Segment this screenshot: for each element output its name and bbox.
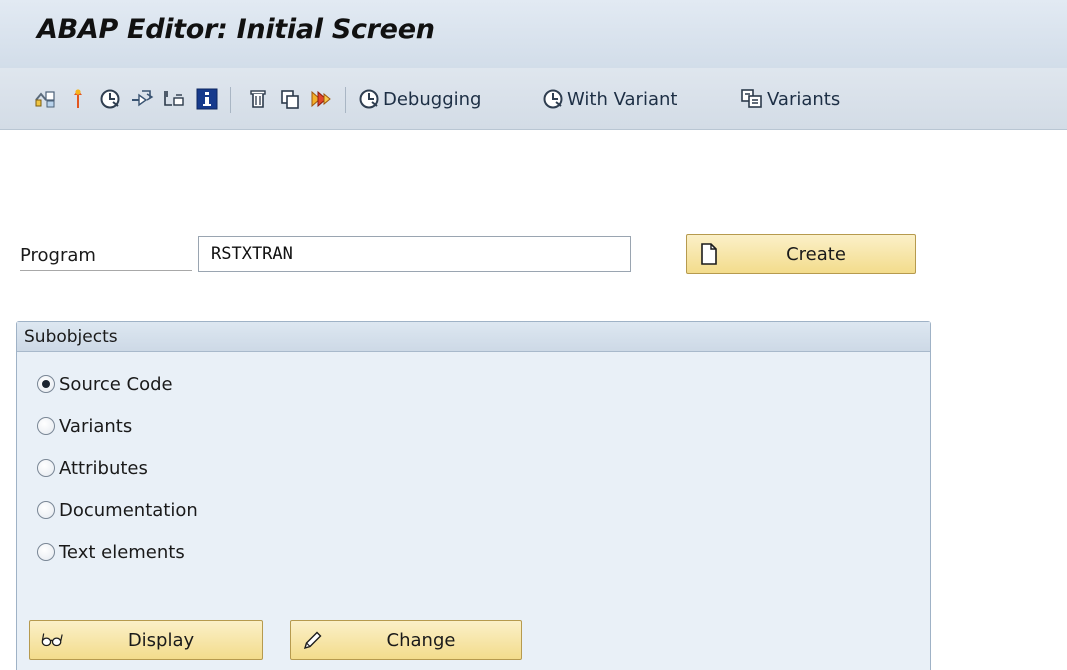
- radio-button-checked[interactable]: [37, 375, 55, 393]
- information-icon[interactable]: [195, 87, 219, 111]
- execute-icon: [359, 89, 379, 109]
- variants-label: Variants: [767, 88, 841, 110]
- program-label: Program: [20, 245, 96, 266]
- create-label: Create: [786, 243, 846, 265]
- page-title: ABAP Editor: Initial Screen: [37, 14, 435, 45]
- label-underline: [20, 270, 192, 271]
- display-button[interactable]: Display: [29, 620, 263, 660]
- application-toolbar: Debugging With Variant Variants: [0, 68, 1067, 130]
- title-bar: ABAP Editor: Initial Screen: [0, 0, 1067, 68]
- radio-button[interactable]: [37, 543, 55, 561]
- where-used-list-icon[interactable]: [66, 87, 90, 111]
- radio-attributes[interactable]: Attributes: [37, 454, 148, 482]
- execute-icon: [543, 89, 563, 109]
- navigation-icon[interactable]: [130, 87, 154, 111]
- with-variant-label: With Variant: [567, 88, 678, 110]
- program-input[interactable]: [198, 236, 631, 272]
- toolbar-separator: [230, 87, 231, 113]
- rename-icon[interactable]: [310, 87, 334, 111]
- variants-icon: [741, 89, 762, 108]
- debugging-label: Debugging: [383, 88, 482, 110]
- radio-source-code[interactable]: Source Code: [37, 370, 173, 398]
- radio-label: Source Code: [59, 373, 173, 395]
- variants-button[interactable]: Variants: [740, 85, 840, 113]
- create-button[interactable]: Create: [686, 234, 916, 274]
- group-header: Subobjects: [17, 322, 930, 352]
- display-label: Display: [127, 629, 195, 651]
- execute-icon[interactable]: [98, 87, 122, 111]
- object-list-icon[interactable]: [33, 87, 57, 111]
- with-variant-button[interactable]: With Variant: [542, 85, 677, 113]
- change-label: Change: [386, 629, 456, 651]
- radio-label: Attributes: [59, 457, 148, 479]
- subobjects-group: Subobjects Source Code Variants Attribut…: [16, 321, 931, 670]
- radio-button[interactable]: [37, 501, 55, 519]
- debugging-button[interactable]: Debugging: [358, 85, 481, 113]
- radio-label: Documentation: [59, 499, 198, 521]
- radio-label: Variants: [59, 415, 133, 437]
- change-button[interactable]: Change: [290, 620, 522, 660]
- toolbar-separator: [345, 87, 346, 113]
- radio-button[interactable]: [37, 417, 55, 435]
- radio-documentation[interactable]: Documentation: [37, 496, 198, 524]
- radio-text-elements[interactable]: Text elements: [37, 538, 185, 566]
- delete-icon[interactable]: [246, 87, 270, 111]
- radio-label: Text elements: [59, 541, 185, 563]
- radio-variants[interactable]: Variants: [37, 412, 132, 440]
- radio-button[interactable]: [37, 459, 55, 477]
- copy-icon[interactable]: [278, 87, 302, 111]
- group-title: Subobjects: [24, 327, 118, 347]
- object-check-icon[interactable]: [162, 87, 186, 111]
